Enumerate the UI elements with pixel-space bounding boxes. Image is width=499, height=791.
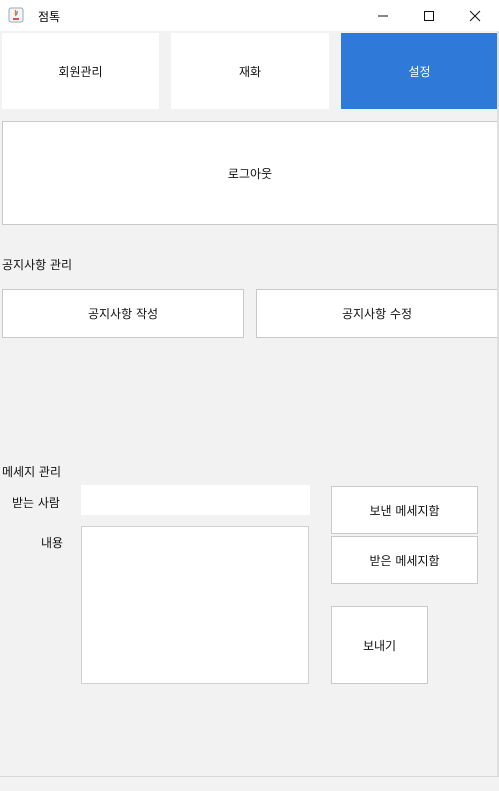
close-icon xyxy=(469,10,481,21)
sent-messages-button[interactable]: 보낸 메세지함 xyxy=(331,486,478,534)
notice-section-label: 공지사항 관리 xyxy=(2,258,73,272)
received-messages-button[interactable]: 받은 메세지함 xyxy=(331,536,478,584)
app-window: 점톡 회원관리 재화 설정 로그아웃 공지사항 관리 공지사항 작성 공지사항 … xyxy=(0,0,499,791)
button-label: 공지사항 수정 xyxy=(341,307,413,321)
tab-settings[interactable]: 설정 xyxy=(341,33,498,109)
close-button[interactable] xyxy=(452,0,498,31)
tab-member-management[interactable]: 회원관리 xyxy=(2,33,159,109)
tab-label: 설정 xyxy=(408,64,431,79)
send-button[interactable]: 보내기 xyxy=(331,606,428,684)
tab-label: 회원관리 xyxy=(58,64,103,79)
recipient-input[interactable] xyxy=(81,485,310,515)
maximize-button[interactable] xyxy=(406,0,452,31)
content-label: 내용 xyxy=(41,536,64,550)
write-notice-button[interactable]: 공지사항 작성 xyxy=(2,289,244,338)
window-title: 점톡 xyxy=(38,10,61,24)
maximize-icon xyxy=(424,10,434,21)
minimize-icon xyxy=(378,15,388,16)
logout-label: 로그아웃 xyxy=(227,166,273,181)
content-textarea[interactable] xyxy=(81,526,309,684)
button-label: 보내기 xyxy=(362,638,397,653)
button-label: 공지사항 작성 xyxy=(87,307,159,321)
message-section-label: 메세지 관리 xyxy=(2,465,62,479)
edit-notice-button[interactable]: 공지사항 수정 xyxy=(256,289,498,338)
tab-currency[interactable]: 재화 xyxy=(171,33,329,109)
title-bar: 점톡 xyxy=(0,0,499,31)
button-label: 보낸 메세지함 xyxy=(369,503,440,518)
logout-button[interactable]: 로그아웃 xyxy=(2,121,498,225)
minimize-button[interactable] xyxy=(360,0,406,31)
button-label: 받은 메세지함 xyxy=(369,553,440,568)
tab-label: 재화 xyxy=(238,64,262,79)
window-bottom-edge xyxy=(0,776,499,777)
recipient-label: 받는 사람 xyxy=(12,496,60,510)
java-app-icon xyxy=(8,7,24,23)
